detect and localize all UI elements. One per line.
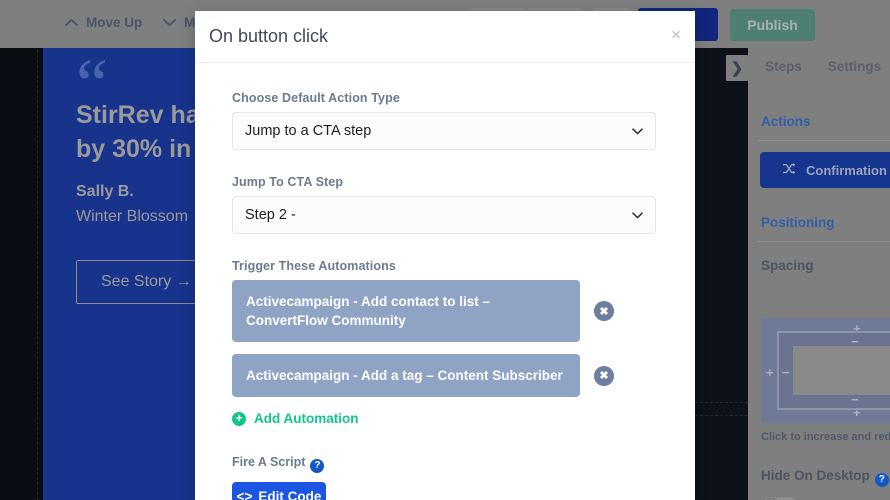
testimonial-company: Winter Blossom — [76, 208, 189, 225]
remove-automation-icon[interactable]: ✖ — [594, 301, 614, 321]
hide-on-desktop-toggle[interactable] — [761, 496, 799, 500]
plus-circle-icon: + — [232, 411, 246, 426]
publish-button[interactable]: Publish — [730, 9, 815, 41]
spacing-hint: Click to increase and reduce sp — [761, 431, 890, 443]
action-type-label: Choose Default Action Type — [232, 91, 400, 105]
action-confirmation-button[interactable]: Confirmation A — [760, 152, 890, 188]
spacing-inner-box — [793, 346, 890, 395]
fire-script-label: Fire A Script — [232, 455, 306, 469]
chevron-down-icon — [632, 124, 643, 138]
action-type-value: Jump to a CTA step — [245, 123, 372, 139]
spacing-label: Spacing — [761, 258, 814, 273]
add-automation-button[interactable]: + Add Automation — [232, 411, 658, 426]
automations-label: Trigger These Automations — [232, 259, 396, 273]
testimonial-author: Sally B. — [76, 183, 134, 200]
move-up-button[interactable]: Move Up — [65, 15, 142, 30]
chevron-down-icon — [632, 208, 643, 222]
help-icon[interactable]: ? — [874, 472, 889, 487]
hide-on-desktop-row: Hide On Desktop? — [761, 468, 889, 487]
automation-chip[interactable]: Activecampaign - Add a tag – Content Sub… — [232, 354, 580, 397]
canvas-guide-vertical — [37, 40, 38, 500]
move-up-label: Move Up — [86, 15, 143, 30]
spacing-outer-left-plus[interactable]: + — [766, 366, 774, 379]
automation-item: Activecampaign - Add a tag – Content Sub… — [232, 354, 658, 397]
automation-chip[interactable]: Activecampaign - Add contact to list – C… — [232, 280, 580, 342]
sidebar-divider — [758, 241, 890, 242]
sidebar-tabs: Steps Settings — [748, 54, 890, 86]
right-sidebar: Steps Settings Actions Confirmation A Po… — [748, 48, 890, 500]
spacing-middle-box[interactable]: − − − — [777, 331, 890, 410]
action-confirmation-label: Confirmation A — [806, 162, 890, 178]
fire-script-row: Fire A Script? — [232, 455, 658, 473]
shuffle-icon — [782, 162, 796, 178]
jump-step-value: Step 2 - — [245, 207, 296, 223]
edit-code-label: Edit Code — [258, 489, 322, 500]
code-icon: <> — [236, 489, 253, 500]
jump-step-label: Jump To CTA Step — [232, 175, 344, 189]
sidebar-divider — [758, 140, 890, 141]
app-root: “ StirRev ha by 30% in Sally B. Winter B… — [0, 0, 890, 500]
actions-heading: Actions — [761, 114, 811, 129]
modal-title: On button click — [209, 26, 329, 46]
panel-collapse-button[interactable]: ❯ — [726, 55, 748, 81]
spacing-widget[interactable]: + + + − − − — [761, 318, 890, 423]
automation-item: Activecampaign - Add contact to list – C… — [232, 280, 658, 342]
help-icon[interactable]: ? — [310, 458, 325, 473]
positioning-heading: Positioning — [761, 215, 835, 230]
spacing-inner-left-minus[interactable]: − — [782, 366, 790, 379]
edit-code-button[interactable]: <> Edit Code — [232, 481, 326, 500]
tab-steps[interactable]: Steps — [748, 54, 819, 86]
hide-on-desktop-label: Hide On Desktop — [761, 468, 870, 483]
tab-settings[interactable]: Settings — [819, 54, 890, 86]
modal-body: Choose Default Action Type Jump to a CTA… — [195, 63, 695, 500]
action-type-select[interactable]: Jump to a CTA step — [232, 112, 656, 150]
chevron-down-icon — [163, 16, 176, 29]
on-button-click-modal: On button click × Choose Default Action … — [195, 11, 695, 500]
add-automation-label: Add Automation — [254, 411, 359, 426]
jump-step-select[interactable]: Step 2 - — [232, 196, 656, 234]
close-icon[interactable]: × — [671, 26, 681, 43]
remove-automation-icon[interactable]: ✖ — [594, 365, 614, 386]
chevron-up-icon — [65, 16, 78, 29]
modal-header: On button click × — [195, 11, 695, 63]
